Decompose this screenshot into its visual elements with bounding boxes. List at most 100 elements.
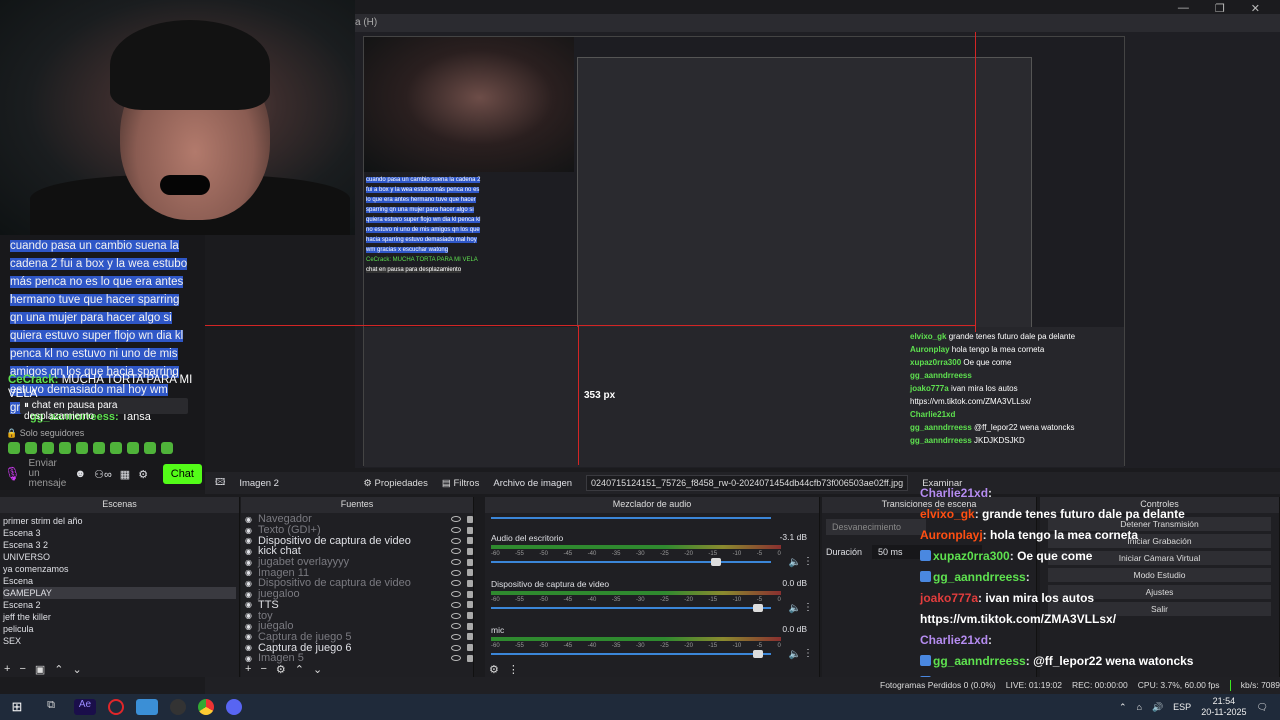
chrome-icon[interactable]	[198, 699, 214, 715]
filters-button[interactable]: ▤ Filtros	[442, 478, 480, 489]
scene-item[interactable]: UNIVERSO	[3, 551, 236, 563]
lock-icon[interactable]	[467, 633, 473, 641]
maximize-icon[interactable]: ❐	[1215, 2, 1225, 16]
lock-icon[interactable]	[467, 537, 473, 545]
notification-icon[interactable]: 🗨	[1257, 702, 1268, 713]
remove-icon[interactable]: −	[19, 663, 25, 675]
clock[interactable]: 21:54 20-11-2025	[1201, 696, 1246, 718]
menu-icon[interactable]: ⋮	[803, 556, 813, 567]
scene-item[interactable]: Escena 2	[3, 599, 236, 611]
opera-icon[interactable]	[108, 699, 124, 715]
scene-item[interactable]: pelicula	[3, 623, 236, 635]
add-icon[interactable]: +	[4, 663, 10, 675]
volume-slider[interactable]	[491, 653, 771, 655]
emote-icon[interactable]	[76, 442, 88, 454]
volume-knob[interactable]	[710, 558, 721, 566]
task-view-icon[interactable]: ⧉	[40, 699, 62, 715]
visibility-icon[interactable]	[451, 559, 461, 566]
visibility-icon[interactable]	[451, 612, 461, 619]
gear-icon[interactable]: ⚙	[489, 663, 499, 676]
down-icon[interactable]: ⌄	[313, 663, 322, 676]
lock-icon[interactable]	[467, 579, 473, 587]
menu-icon[interactable]: ⋮	[508, 663, 519, 676]
emoji-icon[interactable]: ☻	[75, 468, 87, 480]
lock-icon[interactable]	[467, 547, 473, 555]
minimize-icon[interactable]: —	[1178, 2, 1189, 16]
help-menu[interactable]: a (H)	[355, 17, 377, 28]
menu-icon[interactable]: ⋮	[803, 648, 813, 659]
scene-item[interactable]: ya comenzamos	[3, 563, 236, 575]
emote-icon[interactable]	[144, 442, 156, 454]
volume-slider[interactable]	[491, 517, 771, 519]
lock-icon[interactable]	[467, 526, 473, 534]
lock-icon[interactable]	[467, 601, 473, 609]
visibility-icon[interactable]	[451, 569, 461, 576]
emote-icon[interactable]	[25, 442, 37, 454]
speaker-icon[interactable]: 🔈	[789, 557, 801, 568]
up-icon[interactable]: ⌃	[54, 663, 63, 676]
visibility-icon[interactable]	[451, 591, 461, 598]
windows-start-icon[interactable]: ⊞	[6, 699, 28, 715]
lock-icon[interactable]	[467, 590, 473, 598]
app-icon[interactable]	[136, 699, 158, 715]
visibility-icon[interactable]	[451, 633, 461, 640]
scene-item[interactable]: GAMEPLAY	[3, 587, 236, 599]
visibility-icon[interactable]	[451, 548, 461, 555]
visibility-icon[interactable]	[451, 644, 461, 651]
emote-icon[interactable]	[59, 442, 71, 454]
up-icon[interactable]: ⌃	[295, 663, 304, 676]
volume-knob[interactable]	[752, 604, 763, 612]
obs-icon[interactable]	[170, 699, 186, 715]
chat-paused-banner[interactable]: ⏸ chat en pausa para desplazamiento	[20, 398, 188, 422]
lock-icon[interactable]	[467, 558, 473, 566]
chevron-up-icon[interactable]: ⌃	[1119, 702, 1127, 713]
emote-icon[interactable]	[8, 442, 20, 454]
lock-icon[interactable]	[467, 622, 473, 630]
store-icon[interactable]: ▦	[120, 468, 130, 481]
add-icon[interactable]: +	[245, 663, 251, 675]
settings-icon[interactable]: ⚙	[138, 468, 148, 481]
lock-icon[interactable]	[467, 654, 473, 662]
lock-icon[interactable]	[467, 612, 473, 620]
speaker-icon[interactable]: 🔈	[789, 603, 801, 614]
scene-item[interactable]: Escena 3	[3, 527, 236, 539]
volume-slider[interactable]	[491, 561, 771, 563]
volume-knob[interactable]	[752, 650, 763, 658]
remove-icon[interactable]: −	[260, 663, 266, 675]
down-icon[interactable]: ⌄	[73, 663, 82, 676]
speaker-icon[interactable]: 🔈	[789, 649, 801, 660]
emote-icon[interactable]	[110, 442, 122, 454]
scene-item[interactable]: Escena	[3, 575, 236, 587]
chat-button[interactable]: Chat	[162, 464, 202, 484]
scene-item[interactable]: primer strim del año	[3, 515, 236, 527]
visibility-icon[interactable]	[451, 623, 461, 630]
menu-icon[interactable]: ⋮	[803, 602, 813, 613]
emote-icon[interactable]	[42, 442, 54, 454]
lock-icon[interactable]	[467, 515, 473, 523]
filter-icon[interactable]: ▣	[35, 663, 45, 676]
lock-icon[interactable]	[467, 644, 473, 652]
close-icon[interactable]: ✕	[1251, 2, 1260, 16]
lock-icon[interactable]	[467, 569, 473, 577]
visibility-icon[interactable]	[451, 655, 461, 662]
image-file-field[interactable]: 0240715124151_75726_f8458_rw-0-202407145…	[586, 475, 909, 491]
scene-item[interactable]: jeff the killer	[3, 611, 236, 623]
volume-slider[interactable]	[491, 607, 771, 609]
scene-item[interactable]: Escena 3 2	[3, 539, 236, 551]
scene-item[interactable]: SEX	[3, 635, 236, 647]
network-icon[interactable]: ⌂	[1137, 702, 1142, 712]
after-effects-icon[interactable]: Ae	[74, 699, 96, 715]
volume-icon[interactable]: 🔊	[1152, 702, 1163, 713]
visibility-icon[interactable]	[451, 537, 461, 544]
discord-icon[interactable]	[226, 699, 242, 715]
visibility-icon[interactable]	[451, 516, 461, 523]
language-indicator[interactable]: ESP	[1173, 702, 1191, 712]
visibility-icon[interactable]	[451, 527, 461, 534]
gear-icon[interactable]: ⚙	[276, 663, 286, 676]
mic-icon[interactable]: 🎙	[4, 466, 21, 482]
visibility-icon[interactable]	[451, 580, 461, 587]
properties-button[interactable]: ⚙ Propiedades	[363, 478, 428, 489]
emote-icon[interactable]	[127, 442, 139, 454]
emote-icon[interactable]	[161, 442, 173, 454]
transition-select[interactable]: Desvanecimiento	[826, 519, 926, 535]
